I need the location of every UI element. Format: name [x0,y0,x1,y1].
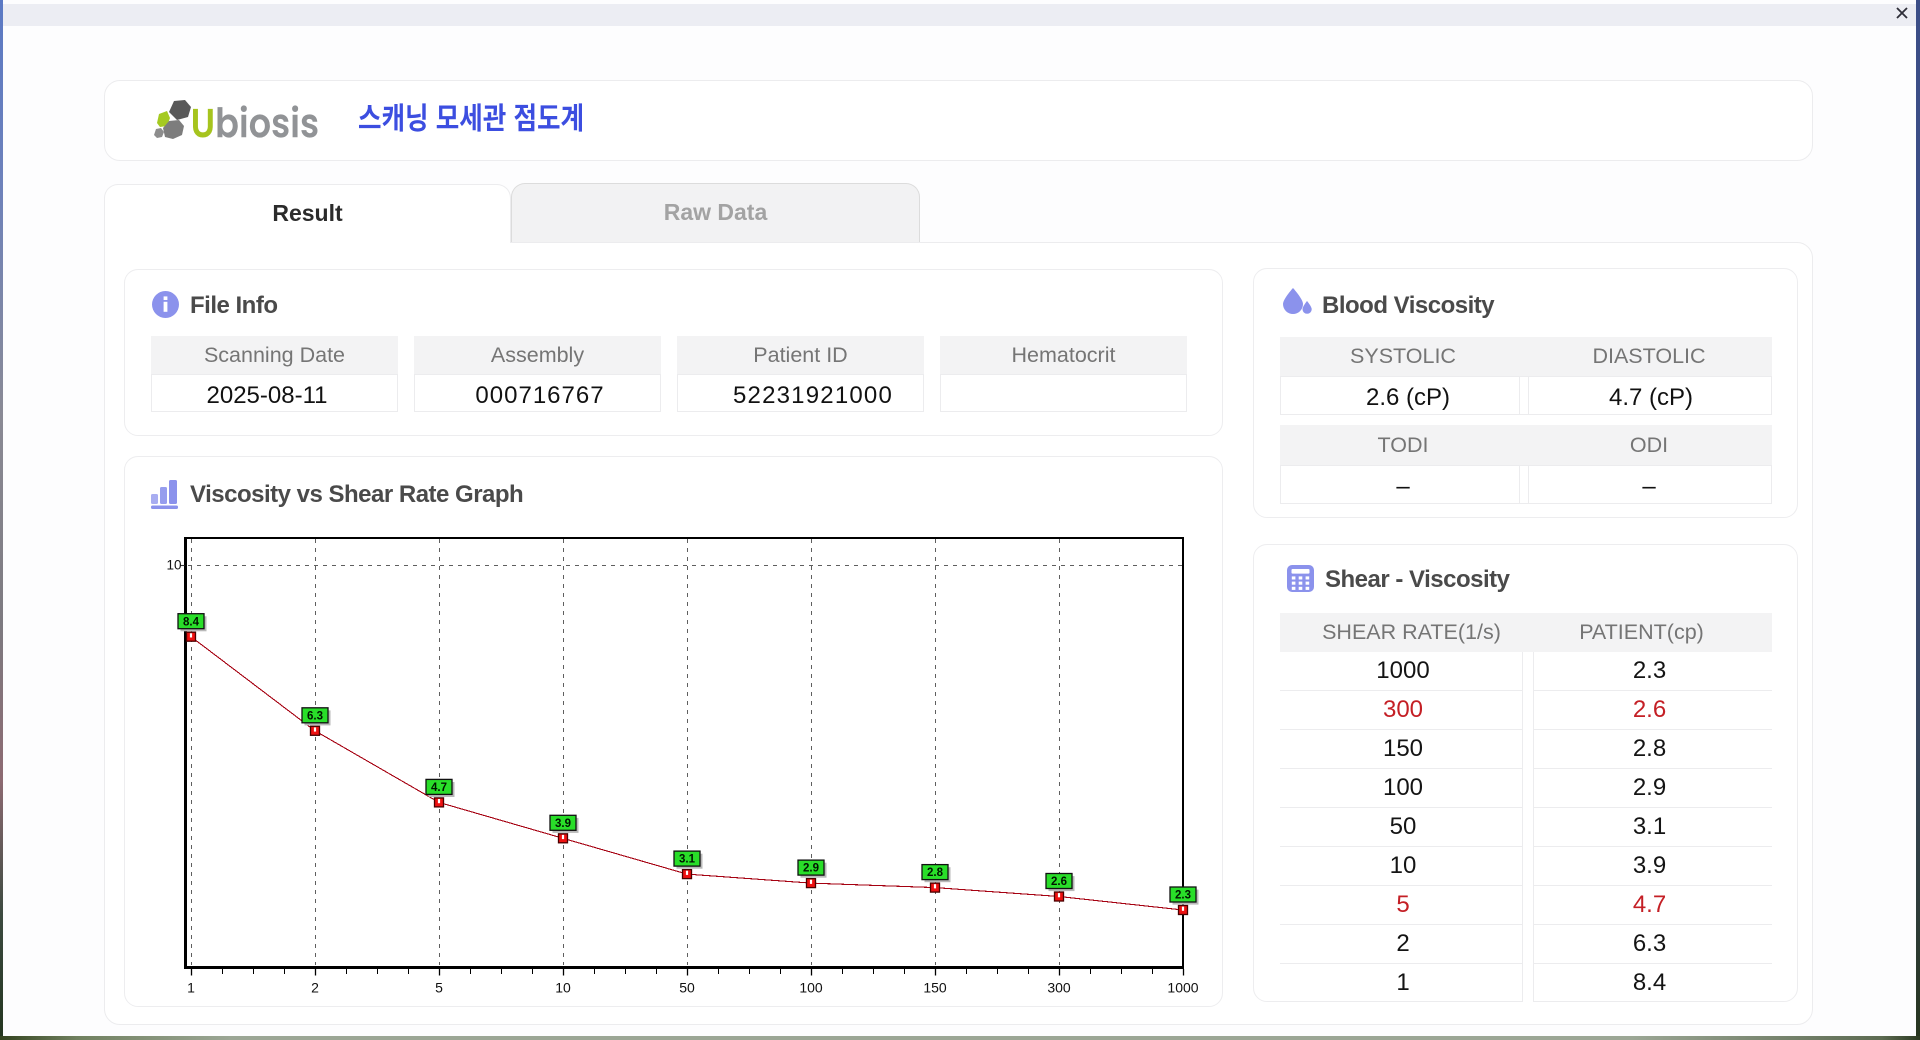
svg-text:3.9: 3.9 [555,818,571,830]
svg-text:2.8: 2.8 [927,867,944,879]
svg-text:300: 300 [1047,980,1071,996]
svg-text:2.6: 2.6 [1051,876,1067,888]
svg-text:10: 10 [166,558,181,573]
svg-text:150: 150 [923,980,947,996]
svg-text:5: 5 [435,980,443,996]
svg-text:4.7: 4.7 [431,782,447,794]
svg-text:1: 1 [187,980,195,996]
svg-text:10: 10 [555,980,571,996]
svg-text:100: 100 [799,980,823,996]
svg-text:2.9: 2.9 [803,863,819,875]
svg-text:50: 50 [679,980,695,996]
svg-text:6.3: 6.3 [307,710,323,722]
svg-text:8.4: 8.4 [183,616,200,628]
svg-text:3.1: 3.1 [679,854,696,866]
svg-text:2: 2 [311,980,319,996]
svg-text:1000: 1000 [1167,980,1198,996]
svg-text:2.3: 2.3 [1175,890,1191,902]
